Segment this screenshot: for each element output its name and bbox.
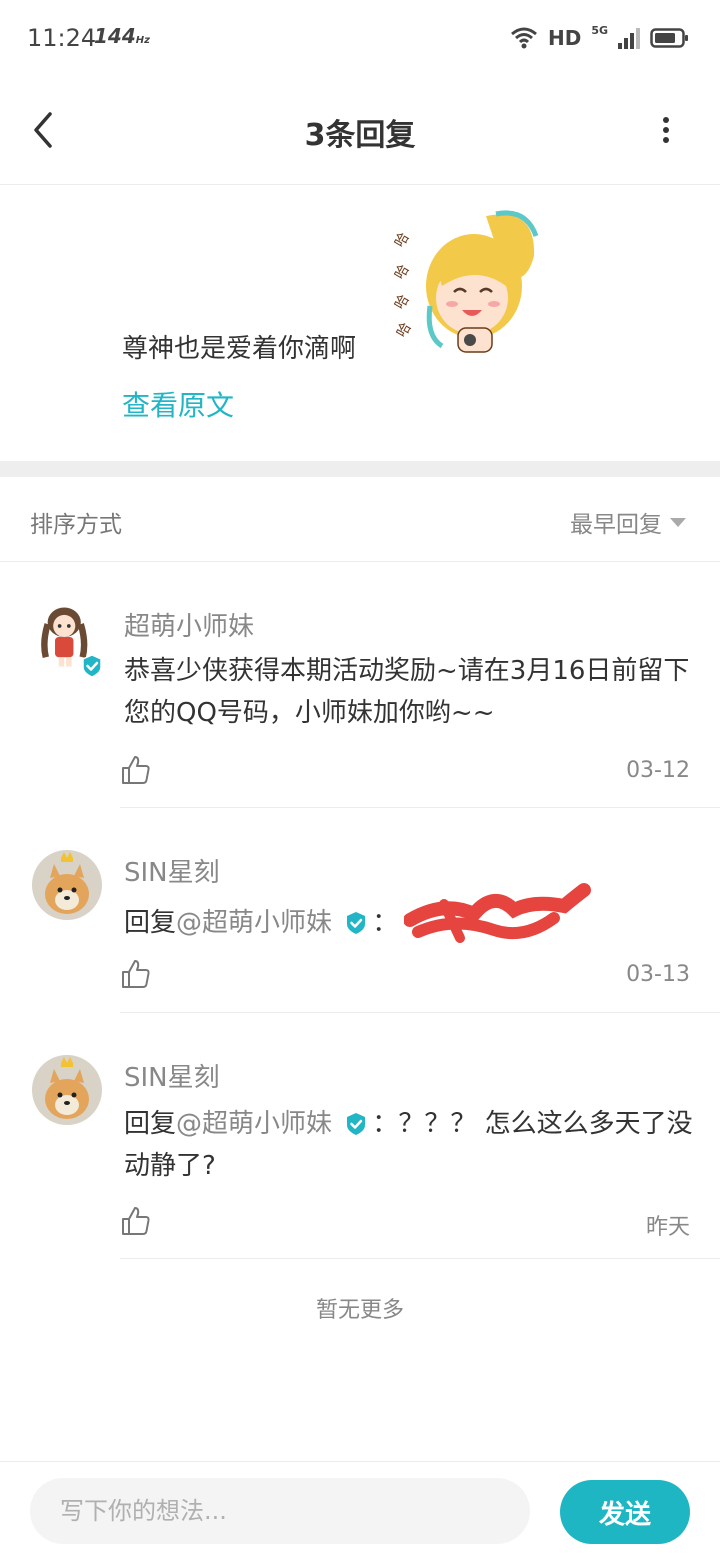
status-icons: HD 5G (510, 24, 690, 52)
more-vertical-icon (663, 117, 669, 143)
page-title: 3条回复 (304, 118, 416, 153)
svg-text:哈: 哈 (392, 292, 413, 312)
avatar[interactable] (32, 850, 102, 920)
sort-row: 排序方式 最早回复 (0, 477, 720, 562)
more-options-button[interactable] (650, 114, 682, 146)
reply-prefix: 回复 (124, 908, 177, 938)
avatar[interactable] (32, 1055, 102, 1125)
refresh-rate: 144Hz (94, 24, 150, 48)
wifi-icon (511, 27, 537, 49)
mention-link[interactable]: @超萌小师妹 (176, 1109, 332, 1139)
reply-date: 昨天 (645, 1215, 690, 1240)
hd-indicator: HD (547, 26, 582, 50)
sort-value: 最早回复 (570, 512, 662, 538)
no-more-text: 暂无更多 (315, 1298, 404, 1323)
reply-colon: ： (372, 908, 399, 938)
section-divider (0, 461, 720, 477)
verified-badge-icon (347, 912, 366, 934)
svg-text:哈: 哈 (392, 230, 413, 250)
svg-text:哈: 哈 (394, 320, 415, 340)
reply-prefix: 回复 (124, 1109, 177, 1139)
reply-date: 03-13 (626, 962, 690, 987)
thumbs-up-icon[interactable] (120, 958, 152, 990)
mention-link[interactable]: @超萌小师妹 (176, 908, 332, 938)
status-bar: 11:24 144Hz HD 5G (0, 0, 720, 76)
reply-author[interactable]: SIN星刻 (124, 852, 220, 889)
compose-bar: 发送 (0, 1461, 720, 1561)
reply-author[interactable]: SIN星刻 (124, 1057, 220, 1094)
signal-icon (618, 28, 640, 49)
caret-down-icon (670, 517, 686, 527)
network-type: 5G (591, 24, 608, 37)
svg-text:哈: 哈 (392, 262, 413, 282)
send-button[interactable]: 发送 (560, 1480, 690, 1544)
battery-icon (650, 28, 688, 48)
original-post-text: 尊神也是爱着你滴啊 (122, 334, 357, 364)
thumbs-up-icon[interactable] (120, 754, 152, 786)
reply-content: 恭喜少侠获得本期活动奖励~请在3月16日前留下您的QQ号码，小师妹加你哟~~ (124, 656, 690, 728)
reply-colon: ： (372, 1109, 399, 1139)
reply-date: 03-12 (626, 758, 690, 783)
redaction-scribble (404, 883, 591, 943)
sort-label: 排序方式 (30, 512, 122, 538)
verified-badge-icon (82, 654, 102, 678)
view-original-link[interactable]: 查看原文 (122, 384, 234, 424)
sticker-image: 哈 哈 哈 哈 (392, 210, 539, 353)
reply-author[interactable]: 超萌小师妹 (124, 606, 254, 643)
sort-dropdown[interactable]: 最早回复 (570, 505, 686, 539)
verified-badge-icon (347, 1113, 366, 1135)
reply-content: 回复@超萌小师妹 ：？？？ 怎么这么多天了没动静了? (124, 1103, 694, 1187)
row-divider (120, 1012, 720, 1013)
status-time: 11:24 (27, 24, 97, 52)
top-nav-bar: 3条回复 (0, 76, 720, 185)
row-divider (120, 807, 720, 808)
comment-input[interactable] (30, 1478, 530, 1544)
thumbs-up-icon[interactable] (120, 1205, 152, 1237)
row-divider (120, 1258, 720, 1259)
